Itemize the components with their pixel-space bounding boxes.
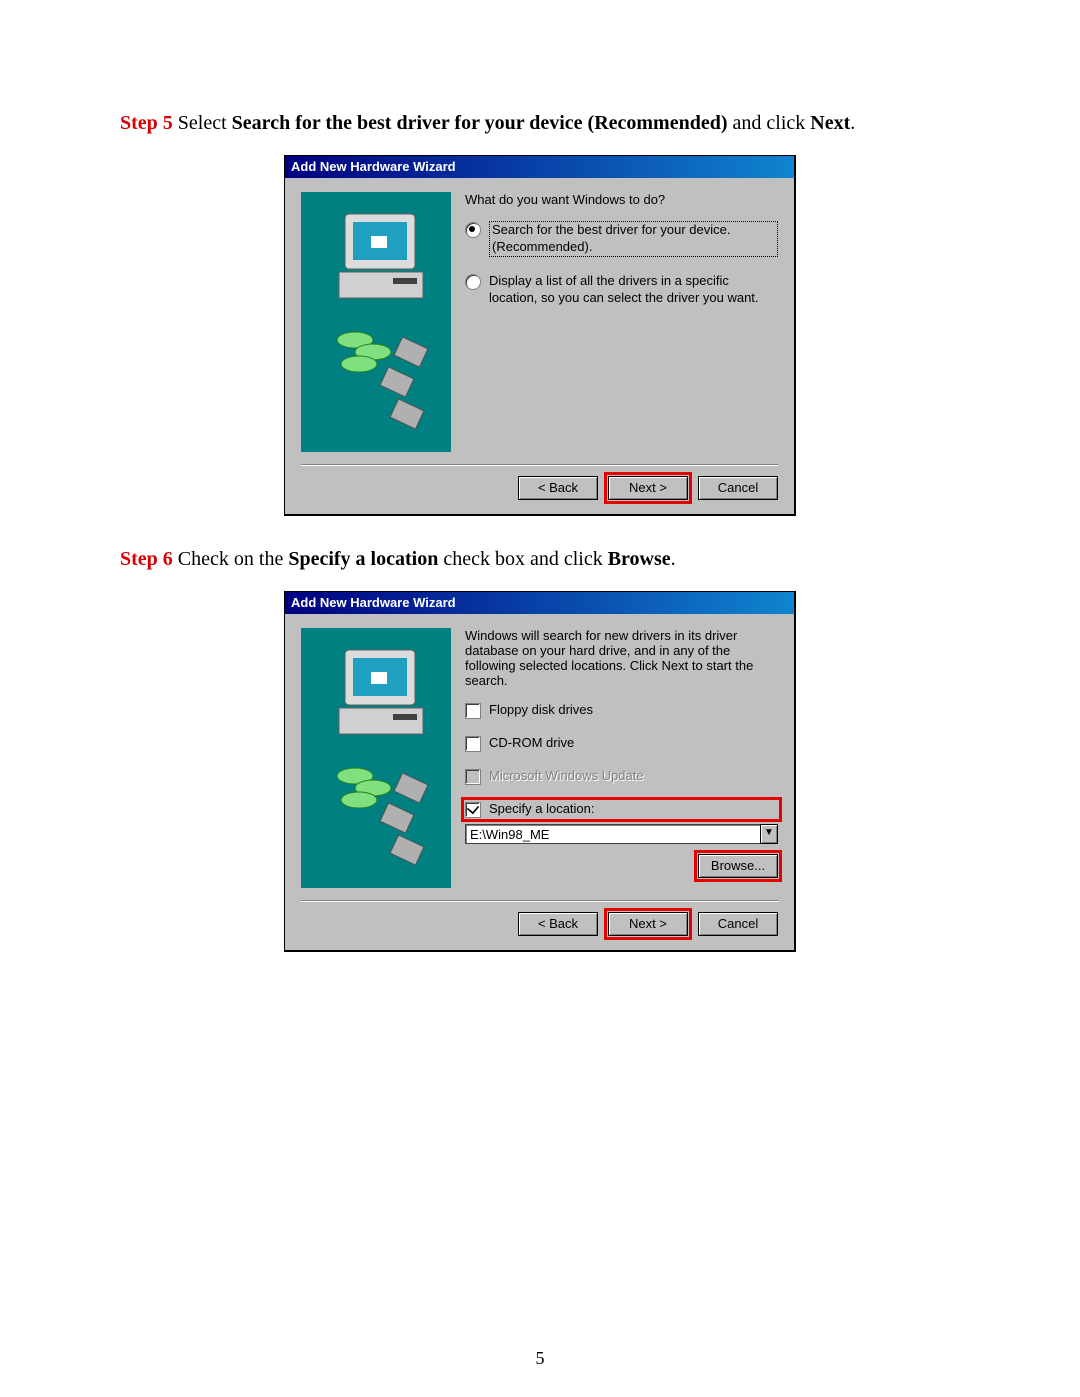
back-button[interactable]: < Back: [518, 912, 598, 936]
step6-instruction: Step 6 Check on the Specify a location c…: [120, 546, 960, 573]
wizard-illustration: [301, 628, 451, 888]
checkbox-icon: [465, 736, 481, 752]
checkbox-floppy[interactable]: Floppy disk drives: [465, 702, 778, 719]
radio-icon: [465, 274, 481, 290]
checkbox-cdrom-label: CD-ROM drive: [489, 735, 574, 752]
hardware-wizard-dialog-2: Add New Hardware Wizard: [284, 591, 796, 952]
checkbox-icon: [465, 769, 481, 785]
step5-instruction: Step 5 Select Search for the best driver…: [120, 110, 960, 137]
next-button[interactable]: Next >: [608, 476, 688, 500]
location-row: ▼: [465, 824, 778, 844]
page-number: 5: [0, 1348, 1080, 1369]
wizard-illustration: [301, 192, 451, 452]
next-button[interactable]: Next >: [608, 912, 688, 936]
checkbox-icon: [465, 802, 481, 818]
radio-display-list[interactable]: Display a list of all the drivers in a s…: [465, 273, 778, 307]
dialog2-titlebar: Add New Hardware Wizard: [285, 592, 794, 614]
checkbox-specify-location[interactable]: Specify a location:: [465, 801, 778, 818]
radio-display-label: Display a list of all the drivers in a s…: [489, 273, 778, 307]
checkbox-floppy-label: Floppy disk drives: [489, 702, 593, 719]
dialog1-prompt: What do you want Windows to do?: [465, 192, 778, 207]
radio-icon: [465, 222, 481, 238]
browse-button[interactable]: Browse...: [698, 854, 778, 878]
dialog-separator: [301, 464, 778, 466]
radio-search-label: Search for the best driver for your devi…: [489, 221, 778, 257]
dialog2-prompt: Windows will search for new drivers in i…: [465, 628, 778, 688]
step6-label: Step 6: [120, 548, 173, 570]
back-button[interactable]: < Back: [518, 476, 598, 500]
checkbox-cdrom[interactable]: CD-ROM drive: [465, 735, 778, 752]
cancel-button[interactable]: Cancel: [698, 476, 778, 500]
checkbox-wu-label: Microsoft Windows Update: [489, 768, 644, 785]
checkbox-windows-update: Microsoft Windows Update: [465, 768, 778, 785]
hardware-wizard-dialog-1: Add New Hardware Wizard: [284, 155, 796, 516]
dialog-separator: [301, 900, 778, 902]
checkbox-location-label: Specify a location:: [489, 801, 595, 818]
location-input[interactable]: [465, 824, 761, 844]
cancel-button[interactable]: Cancel: [698, 912, 778, 936]
dialog1-titlebar: Add New Hardware Wizard: [285, 156, 794, 178]
location-dropdown-button[interactable]: ▼: [760, 824, 778, 844]
checkbox-icon: [465, 703, 481, 719]
radio-search-best-driver[interactable]: Search for the best driver for your devi…: [465, 221, 778, 257]
step5-label: Step 5: [120, 112, 173, 134]
